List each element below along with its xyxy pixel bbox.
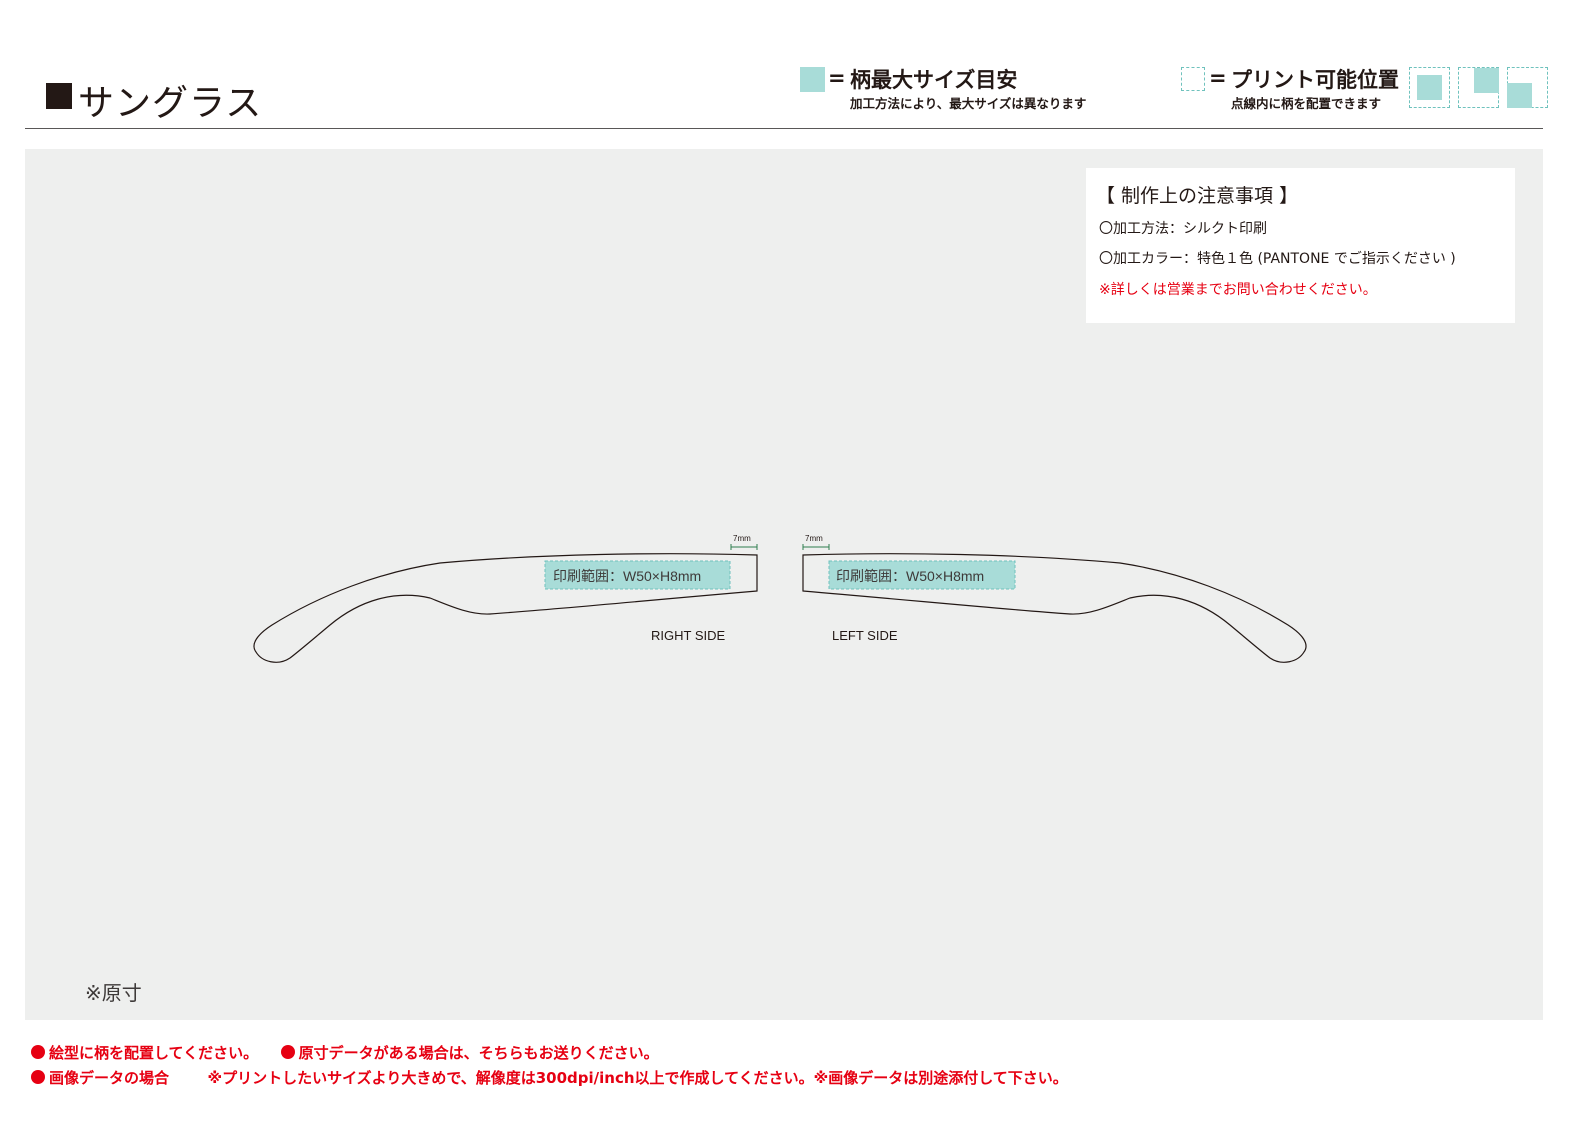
sunglasses-temple-diagram: 7mm 7mm 印刷範囲：W50×H8mm 印刷範囲：W50×H8mm RIGH…	[253, 534, 1307, 663]
footer-instruction-1: 絵型に柄を配置してください。	[49, 1044, 259, 1062]
left-dimension-marker	[802, 544, 830, 550]
footer-instruction-2: 原寸データがある場合は、そちらもお送りください。	[298, 1044, 659, 1062]
footer-image-data-note: ※プリントしたいサイズより大きめで、解像度は300dpi/inch以上で作成して…	[207, 1069, 1068, 1087]
bullet-icon	[280, 1045, 295, 1059]
right-print-area-label: 印刷範囲：W50×H8mm	[553, 568, 701, 584]
footer-line-1: 絵型に柄を配置してください。 原寸データがある場合は、そちらもお送りください。	[31, 1042, 659, 1063]
left-print-area-label: 印刷範囲：W50×H8mm	[836, 568, 984, 584]
right-dimension-label: 7mm	[733, 534, 751, 543]
left-side-label: LEFT SIDE	[832, 628, 898, 643]
left-dimension-label: 7mm	[805, 534, 823, 543]
right-side-label: RIGHT SIDE	[651, 628, 725, 643]
right-dimension-marker	[730, 544, 758, 550]
scale-note: ※原寸	[85, 981, 142, 1005]
bullet-icon	[31, 1070, 45, 1084]
bullet-icon	[31, 1045, 45, 1059]
footer-image-data-heading: 画像データの場合	[49, 1069, 170, 1087]
footer-line-2: 画像データの場合 ※プリントしたいサイズより大きめで、解像度は300dpi/in…	[31, 1067, 1068, 1088]
